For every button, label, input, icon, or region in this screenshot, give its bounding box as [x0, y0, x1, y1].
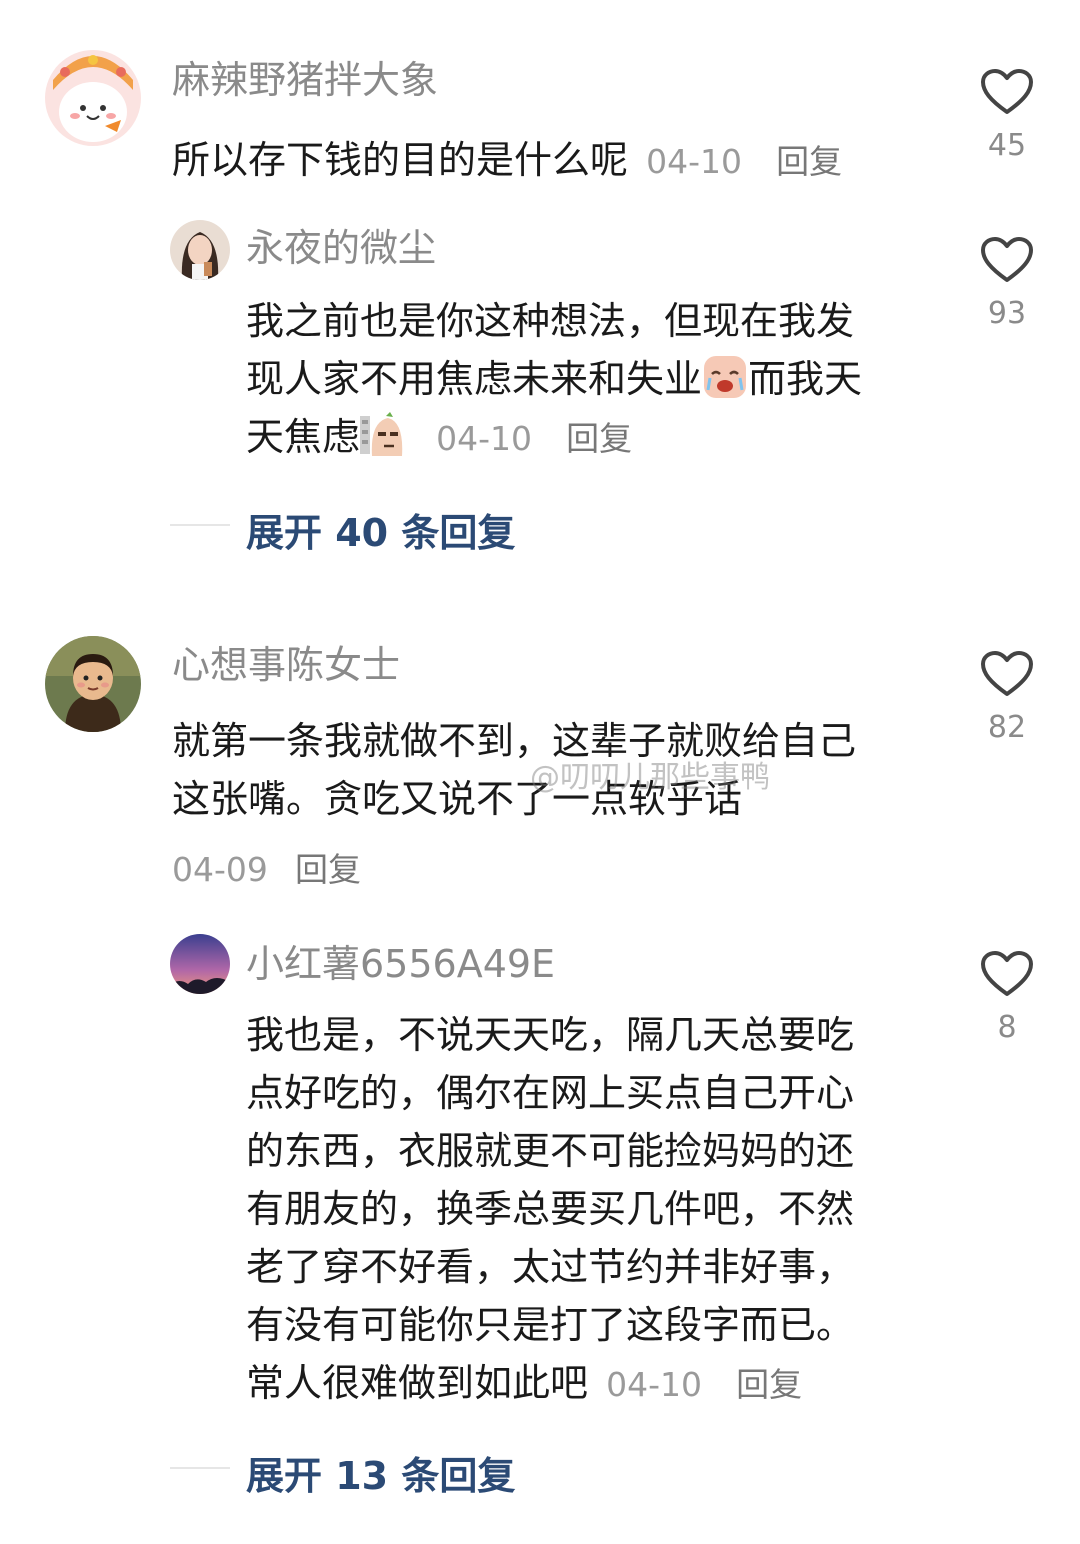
- reply-button[interactable]: 回复: [295, 850, 361, 889]
- reply-text-line: 我之前也是你这种想法，但现在我发: [246, 299, 855, 343]
- heart-outline-icon: [981, 69, 1033, 114]
- reply-text-line: 老了穿不好看，太过节约并非好事，: [246, 1245, 855, 1289]
- expand-replies-button[interactable]: 展开 13 条回复: [246, 1445, 515, 1500]
- divider: [170, 1467, 230, 1469]
- side-eye-emoji-icon: [360, 412, 403, 456]
- like-button[interactable]: 8: [972, 950, 1042, 1045]
- reply-date: 04-10: [606, 1365, 702, 1404]
- reply-username[interactable]: 小红薯6556A49E: [246, 942, 555, 988]
- avatar[interactable]: [45, 50, 141, 146]
- comment-text: 所以存下钱的目的是什么呢 04-10 回复: [172, 131, 842, 191]
- divider: [170, 524, 230, 526]
- heart-outline-icon: [981, 651, 1033, 696]
- comment-username[interactable]: 心想事陈女士: [172, 643, 400, 689]
- reply-button[interactable]: 回复: [736, 1365, 802, 1404]
- like-count: 8: [997, 1010, 1017, 1045]
- reply-button[interactable]: 回复: [776, 142, 842, 181]
- like-count: 93: [987, 296, 1027, 331]
- avatar[interactable]: [45, 636, 141, 732]
- reply-text-line: 我也是，不说天天吃，隔几天总要吃: [246, 1013, 855, 1057]
- heart-outline-icon: [981, 951, 1033, 996]
- reply-text: 我之前也是你这种想法，但现在我发 现人家不用焦虑未来和失业 而我天 天焦虑 04-…: [246, 292, 926, 468]
- comment-text-content: 所以存下钱的目的是什么呢: [172, 138, 629, 182]
- comment-date: 04-10: [646, 142, 742, 181]
- reply-button[interactable]: 回复: [566, 419, 632, 458]
- comment-username[interactable]: 麻辣野猪拌大象: [172, 58, 438, 104]
- reply-text-line: 有没有可能你只是打了这段字而已。: [246, 1303, 855, 1347]
- like-button[interactable]: 45: [972, 68, 1042, 163]
- reply-text-line: 有朋友的，换季总要买几件吧，不然: [246, 1187, 855, 1231]
- watermark: @叨叨儿那些事鸭: [530, 760, 770, 795]
- heart-outline-icon: [981, 237, 1033, 282]
- reply-text-line: 常人很难做到如此吧: [246, 1361, 589, 1405]
- expand-replies-button[interactable]: 展开 40 条回复: [246, 502, 515, 557]
- reply-text-line: 点好吃的，偶尔在网上买点自己开心: [246, 1071, 855, 1115]
- like-button[interactable]: 82: [972, 650, 1042, 745]
- reply-text-line: 现人家不用焦虑未来和失业: [246, 357, 703, 401]
- comment-meta: 04-09 回复: [172, 843, 361, 891]
- like-count: 45: [987, 128, 1027, 163]
- like-count: 82: [987, 710, 1027, 745]
- reply-text-line: 的东西，衣服就更不可能捡妈妈的还: [246, 1129, 855, 1173]
- comment-date: 04-09: [172, 850, 268, 889]
- avatar[interactable]: [170, 220, 230, 280]
- crying-face-emoji-icon: [704, 356, 747, 398]
- reply-date: 04-10: [436, 419, 532, 458]
- reply-text-line: 而我天: [748, 357, 863, 401]
- like-button[interactable]: 93: [972, 236, 1042, 331]
- reply-text-line: 天焦虑: [246, 415, 361, 459]
- reply-text: 我也是，不说天天吃，隔几天总要吃 点好吃的，偶尔在网上买点自己开心 的东西，衣服…: [246, 1006, 946, 1414]
- avatar[interactable]: [170, 934, 230, 994]
- reply-username[interactable]: 永夜的微尘: [246, 226, 436, 272]
